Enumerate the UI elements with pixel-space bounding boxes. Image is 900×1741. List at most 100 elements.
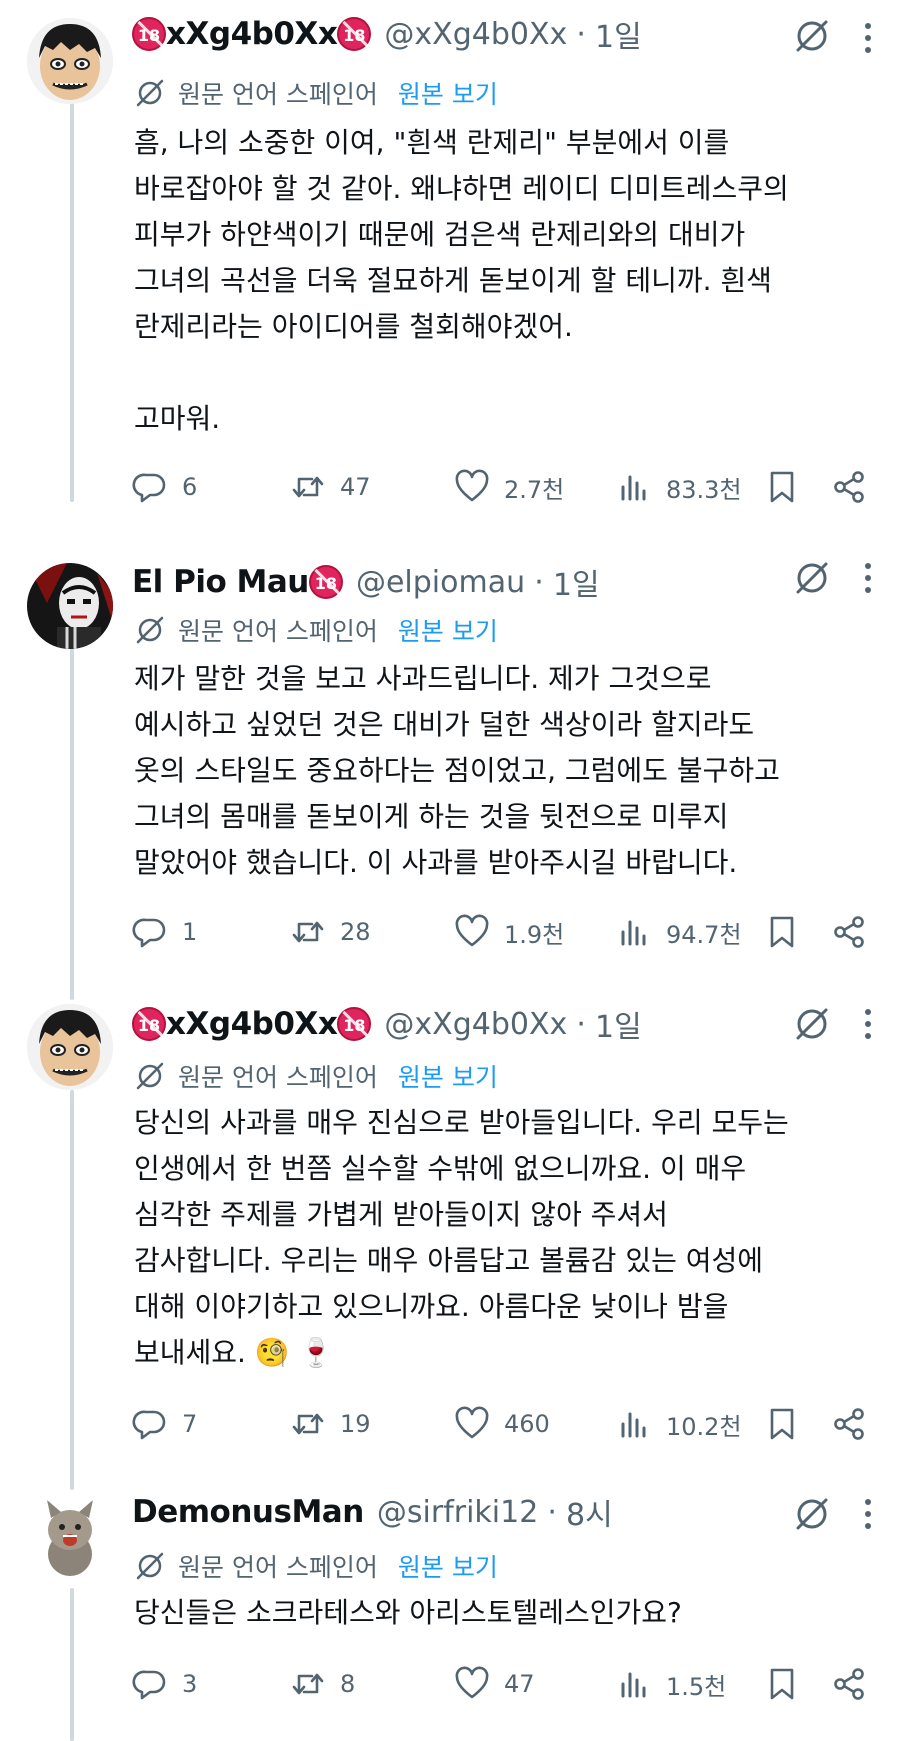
grok-icon[interactable]: [792, 1004, 832, 1044]
action-bar: 1 28 1.9천 94.7천: [132, 910, 882, 954]
reply-count: 1: [182, 918, 198, 946]
like-button[interactable]: 1.9천: [454, 910, 564, 954]
share-icon: [834, 1668, 864, 1700]
separator-dot: ·: [547, 1494, 557, 1530]
show-original-link[interactable]: 원본 보기: [398, 75, 498, 111]
views-button[interactable]: 83.3천: [616, 465, 742, 509]
reply-icon: [132, 918, 166, 948]
retweet-icon: [292, 1673, 324, 1695]
user-handle[interactable]: @sirfriki12: [377, 1495, 538, 1530]
tweet[interactable]: DemonusMan @sirfriki12 · 8시 원문 언어 스페인어 원…: [0, 1480, 900, 1741]
timestamp[interactable]: 8시: [566, 1490, 613, 1534]
avatar[interactable]: [27, 1004, 113, 1090]
views-count: 1.5천: [666, 1672, 727, 1701]
tweet[interactable]: El Pio Mau 18 @elpiomau · 1일 원문 언어 스페인어 원…: [0, 540, 900, 960]
like-button[interactable]: 47: [454, 1662, 535, 1706]
grok-icon[interactable]: [792, 16, 832, 56]
retweet-button[interactable]: 19: [290, 1402, 371, 1446]
translate-label: 원문 언어 스페인어: [178, 1553, 378, 1582]
display-name[interactable]: DemonusMan: [132, 1494, 364, 1530]
tweet[interactable]: 18 xXg4b0Xx 18 @xXg4b0Xx · 1일 원문 언어 스페인어 원…: [0, 0, 900, 530]
views-button[interactable]: 1.5천: [616, 1662, 726, 1706]
share-button[interactable]: [832, 910, 868, 954]
tweet-header: DemonusMan @sirfriki12 · 8시: [132, 1490, 900, 1536]
timestamp[interactable]: 1일: [553, 560, 600, 604]
tweet[interactable]: 18 xXg4b0Xx 18 @xXg4b0Xx · 1일 원문 언어 스페인어 원…: [0, 990, 900, 1460]
bookmark-button[interactable]: [764, 1662, 800, 1706]
avatar[interactable]: [27, 1494, 113, 1580]
separator-dot: ·: [534, 564, 544, 600]
bookmark-button[interactable]: [764, 910, 800, 954]
heart-icon: [455, 1666, 489, 1699]
views-button[interactable]: 10.2천: [616, 1402, 742, 1446]
views-count: 94.7천: [666, 920, 742, 949]
user-handle[interactable]: @xXg4b0Xx: [384, 17, 567, 52]
reply-count: 3: [182, 1670, 198, 1698]
timestamp[interactable]: 1일: [595, 1002, 642, 1046]
user-handle[interactable]: @xXg4b0Xx: [384, 1007, 567, 1042]
views-button[interactable]: 94.7천: [616, 910, 742, 954]
action-bar: 3 8 47 1.5천: [132, 1662, 882, 1706]
retweet-button[interactable]: 8: [290, 1662, 355, 1706]
share-button[interactable]: [832, 465, 868, 509]
bookmark-button[interactable]: [764, 465, 800, 509]
reply-icon: [132, 1670, 166, 1700]
retweet-count: 47: [340, 473, 371, 501]
like-count: 2.7천: [504, 475, 565, 504]
bookmark-icon: [770, 471, 794, 503]
translate-label: 원문 언어 스페인어: [178, 617, 378, 646]
views-icon: [621, 475, 646, 501]
translation-notice: 원문 언어 스페인어 원본 보기: [134, 610, 498, 650]
share-icon: [834, 916, 864, 948]
retweet-icon: [292, 1413, 324, 1435]
share-button[interactable]: [832, 1662, 868, 1706]
like-button[interactable]: 2.7천: [454, 465, 564, 509]
more-icon[interactable]: [858, 20, 878, 56]
reply-button[interactable]: 6: [132, 465, 197, 509]
reply-count: 7: [182, 1410, 198, 1438]
timestamp[interactable]: 1일: [595, 12, 642, 56]
translation-notice: 원문 언어 스페인어 원본 보기: [134, 1546, 498, 1586]
reply-button[interactable]: 7: [132, 1402, 197, 1446]
retweet-icon: [292, 476, 324, 498]
tweet-text: 흠, 나의 소중한 이여, "흰색 란제리" 부분에서 이를 바로잡아야 할 것…: [134, 126, 789, 435]
retweet-button[interactable]: 47: [290, 465, 371, 509]
show-original-link[interactable]: 원본 보기: [398, 612, 498, 648]
avatar[interactable]: [27, 18, 113, 104]
user-handle[interactable]: @elpiomau: [356, 565, 525, 600]
display-name[interactable]: El Pio Mau: [132, 564, 309, 600]
views-icon: [621, 1672, 646, 1698]
retweet-button[interactable]: 28: [290, 910, 371, 954]
more-icon[interactable]: [858, 1006, 878, 1042]
retweet-count: 28: [340, 918, 371, 946]
bookmark-button[interactable]: [764, 1402, 800, 1446]
adult-badge-icon: 18: [132, 17, 166, 51]
views-count: 83.3천: [666, 475, 742, 504]
tweet-text: 제가 말한 것을 보고 사과드립니다. 제가 그것으로 예시하고 싶었던 것은 …: [134, 662, 780, 879]
retweet-icon: [292, 921, 324, 943]
views-icon: [621, 920, 646, 946]
grok-icon[interactable]: [792, 1494, 832, 1534]
show-original-link[interactable]: 원본 보기: [398, 1548, 498, 1584]
tweet-header: 18 xXg4b0Xx 18 @xXg4b0Xx · 1일: [132, 1002, 900, 1048]
more-icon[interactable]: [858, 1496, 878, 1532]
display-name[interactable]: xXg4b0Xx: [166, 16, 338, 52]
translation-notice: 원문 언어 스페인어 원본 보기: [134, 1056, 498, 1096]
avatar[interactable]: [27, 563, 113, 649]
reply-button[interactable]: 3: [132, 1662, 197, 1706]
share-icon: [834, 1408, 864, 1440]
share-button[interactable]: [832, 1402, 868, 1446]
like-button[interactable]: 460: [454, 1402, 550, 1446]
like-count: 47: [504, 1670, 535, 1698]
heart-icon: [455, 469, 489, 502]
like-count: 460: [504, 1410, 550, 1438]
translate-icon: [136, 79, 164, 107]
action-bar: 7 19 460 10.2천: [132, 1402, 882, 1446]
display-name[interactable]: xXg4b0Xx: [166, 1006, 338, 1042]
reply-button[interactable]: 1: [132, 910, 197, 954]
adult-badge-icon: 18: [337, 17, 372, 51]
grok-icon[interactable]: [792, 558, 832, 598]
show-original-link[interactable]: 원본 보기: [398, 1058, 498, 1094]
action-bar: 6 47 2.7천 83.3천: [132, 465, 882, 509]
more-icon[interactable]: [858, 560, 878, 596]
